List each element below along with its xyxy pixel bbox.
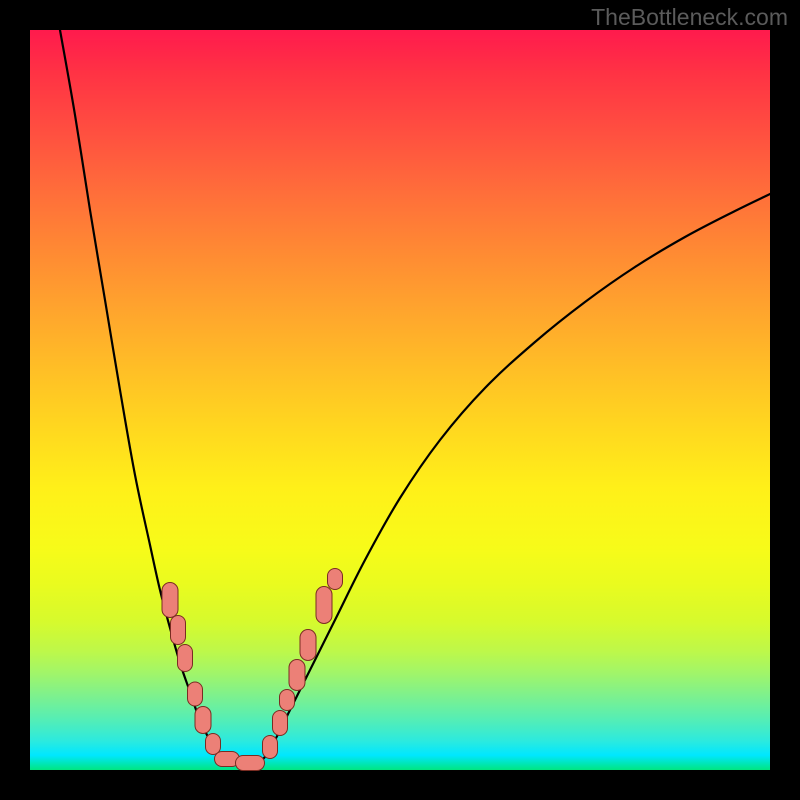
data-marker bbox=[162, 582, 179, 618]
data-marker bbox=[187, 682, 203, 707]
plot-gradient-bg bbox=[30, 30, 770, 770]
data-marker bbox=[316, 586, 333, 624]
data-marker bbox=[300, 629, 317, 661]
data-marker bbox=[327, 568, 343, 590]
data-marker bbox=[289, 659, 306, 691]
data-marker bbox=[272, 710, 288, 736]
watermark-text: TheBottleneck.com bbox=[591, 4, 788, 31]
bottleneck-curve bbox=[30, 30, 770, 770]
data-marker bbox=[195, 706, 212, 734]
data-marker bbox=[177, 644, 193, 672]
data-marker bbox=[235, 755, 265, 771]
data-marker bbox=[170, 615, 186, 645]
data-marker bbox=[279, 689, 295, 711]
chart-frame: TheBottleneck.com bbox=[0, 0, 800, 800]
data-marker bbox=[262, 735, 278, 759]
curve-path bbox=[60, 30, 770, 764]
